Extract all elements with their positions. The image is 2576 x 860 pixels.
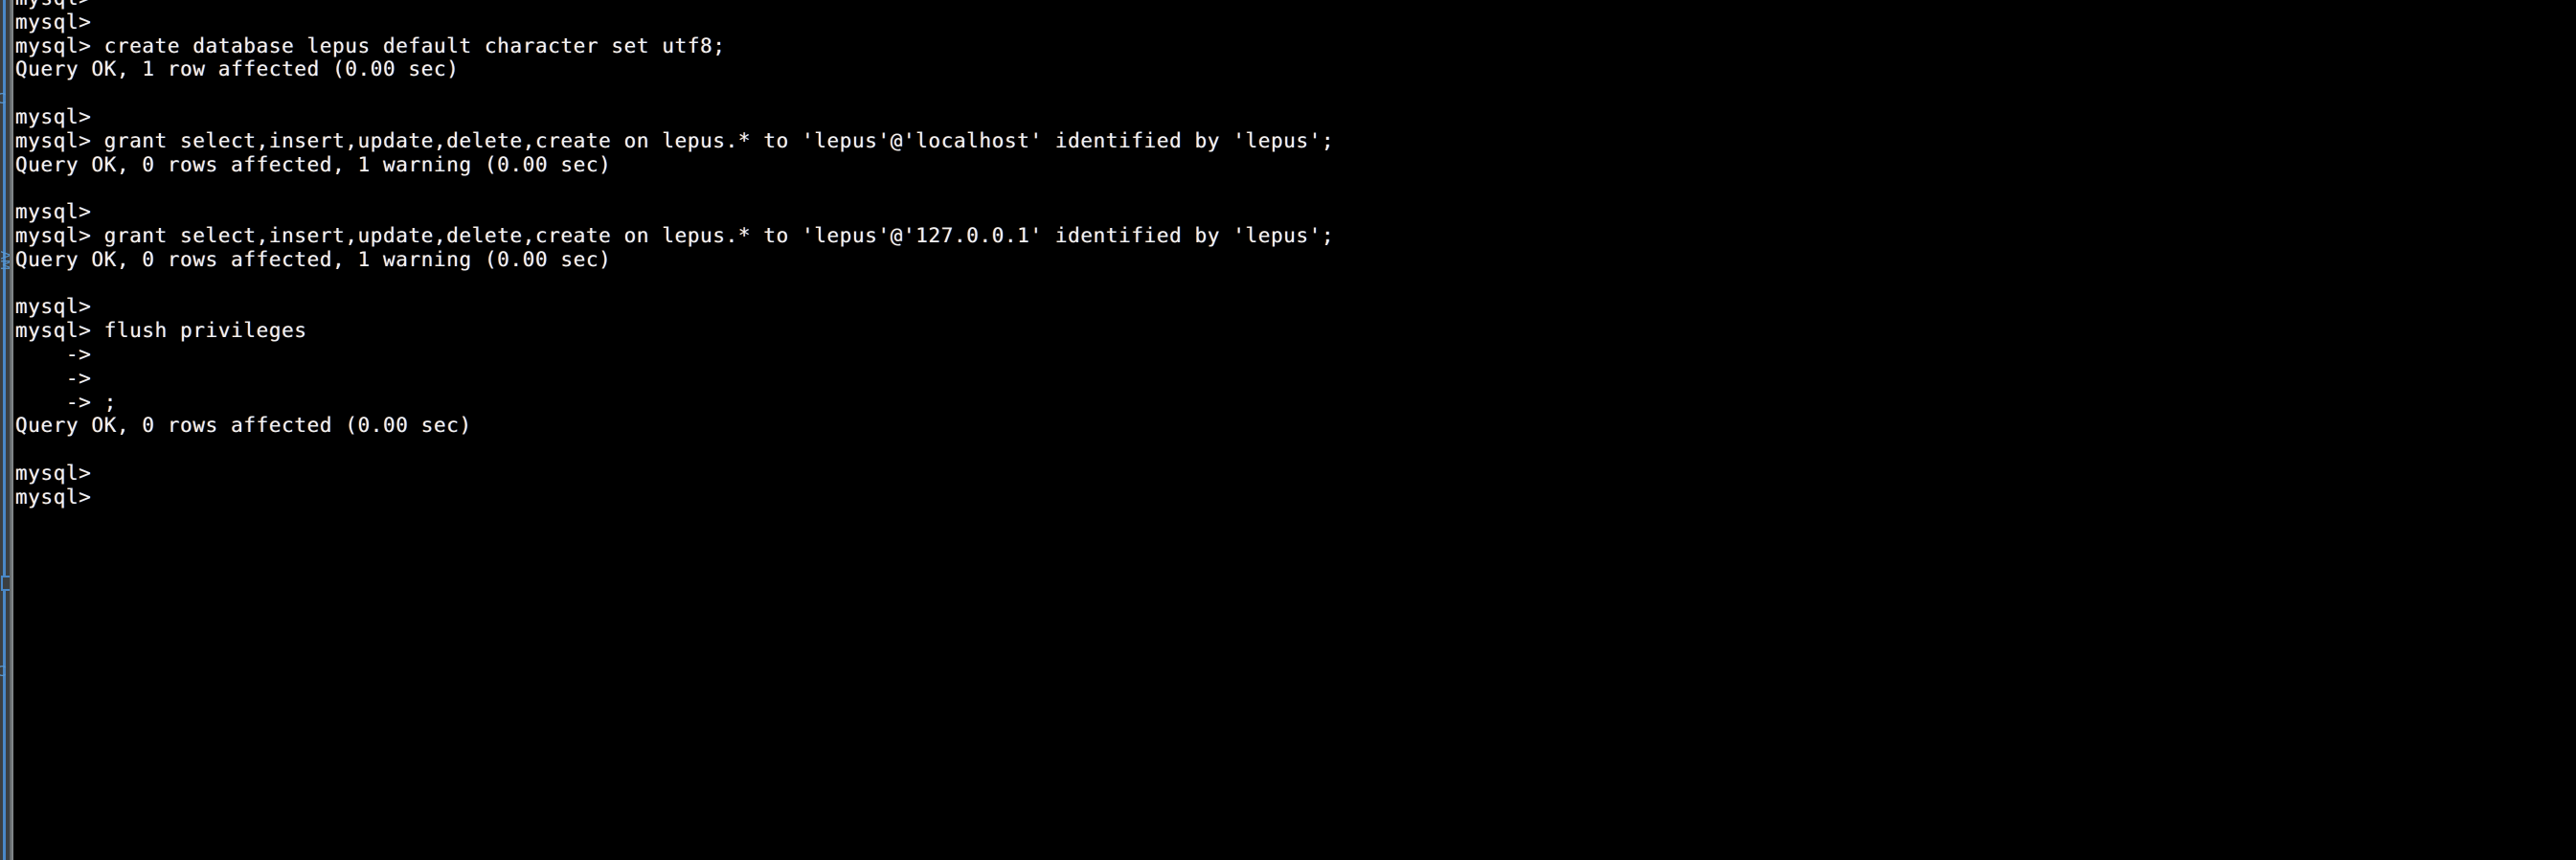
mysql-terminal-pane[interactable]: mysql>mysql>mysql> create database lepus… xyxy=(13,0,2576,860)
terminal-line-prompt: mysql> xyxy=(15,485,92,509)
terminal-line-continuation: -> xyxy=(15,366,92,390)
terminal-line-prompt: mysql> xyxy=(15,104,92,128)
terminal-line-result: Query OK, 0 rows affected (0.00 sec) xyxy=(15,414,472,438)
terminal-line-prompt: mysql> xyxy=(15,0,2572,11)
terminal-line-prompt: mysql> xyxy=(15,295,92,319)
gutter-accent-line xyxy=(3,0,6,860)
terminal-line-prompt: mysql> xyxy=(15,10,92,34)
terminal-line-prompt: mysql> xyxy=(15,461,92,485)
terminal-output: mysql>mysql>mysql> create database lepus… xyxy=(15,0,2572,509)
terminal-line-result: Query OK, 0 rows affected, 1 warning (0.… xyxy=(15,152,612,176)
terminal-line-command: mysql> grant select,insert,update,delete… xyxy=(15,223,1335,247)
terminal-line-command: mysql> flush privileges xyxy=(15,319,307,343)
terminal-line-continuation: -> xyxy=(15,342,92,366)
terminal-line-prompt: mysql> xyxy=(15,200,92,224)
editor-gutter-strip[interactable]: C AM C xyxy=(0,0,13,860)
terminal-line-continuation: -> ; xyxy=(15,390,117,414)
terminal-line-result: Query OK, 1 row affected (0.00 sec) xyxy=(15,57,460,81)
gutter-glyph-top: C xyxy=(0,90,7,107)
terminal-line-command: mysql> create database lepus default cha… xyxy=(15,34,726,57)
terminal-line-command: mysql> grant select,insert,update,delete… xyxy=(15,128,1335,152)
gutter-glyph-bottom: C xyxy=(0,663,7,680)
terminal-line-result: Query OK, 0 rows affected, 1 warning (0.… xyxy=(15,247,612,271)
terminal-screen: C AM C mysql>mysql>mysql> create databas… xyxy=(0,0,2576,860)
